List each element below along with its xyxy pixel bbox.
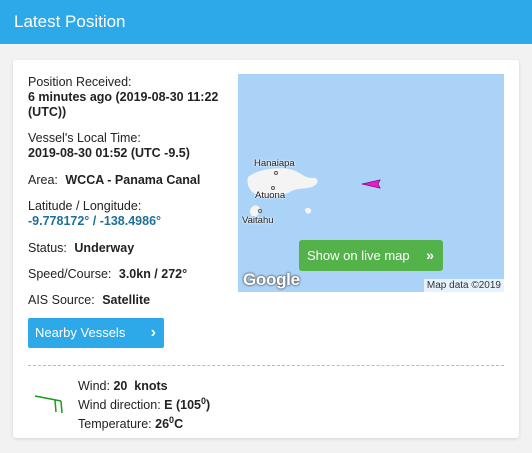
panel-header: Latest Position bbox=[0, 0, 532, 44]
live-map-label: Show on live map bbox=[307, 248, 410, 263]
panel-title: Latest Position bbox=[14, 12, 126, 31]
wind-speed: Wind: 20 knots bbox=[78, 379, 168, 393]
weather-info: Wind: 20 knots Wind direction: E (1050) … bbox=[78, 379, 210, 432]
area: Area: WCCA - Panama Canal bbox=[28, 173, 201, 187]
google-logo: Google bbox=[243, 270, 300, 289]
local-time: Vessel's Local Time: 2019-08-30 01:52 (U… bbox=[28, 131, 190, 160]
map-attribution[interactable]: Map data ©2019 bbox=[423, 279, 504, 292]
speed-course: Speed/Course: 3.0kn / 272° bbox=[28, 267, 188, 281]
island-small bbox=[305, 208, 312, 214]
place-dot bbox=[274, 171, 278, 175]
status: Status: Underway bbox=[28, 241, 135, 255]
vessel-marker-icon bbox=[361, 179, 381, 189]
lat-lon: Latitude / Longitude: -9.778172° / -138.… bbox=[28, 199, 162, 228]
position-card: Position Received: 6 minutes ago (2019-0… bbox=[13, 60, 519, 438]
place-hanaiapa: Hanaiapa bbox=[254, 158, 295, 169]
divider bbox=[28, 365, 504, 366]
chevron-right-icon: › bbox=[150, 324, 156, 341]
nearby-vessels-label: Nearby Vessels bbox=[35, 325, 126, 340]
place-atuona: Atuona bbox=[255, 190, 286, 201]
position-received: Position Received: 6 minutes ago (2019-0… bbox=[28, 75, 219, 119]
place-vaitahu: Vaitahu bbox=[242, 215, 274, 226]
vessel-map[interactable]: Hanaiapa Atuona Vaitahu Show on live map… bbox=[238, 74, 504, 292]
wind-barb-icon bbox=[34, 395, 63, 414]
wind-direction: Wind direction: E (1050) bbox=[78, 396, 211, 413]
double-chevron-right-icon: » bbox=[426, 247, 434, 263]
show-live-map-button[interactable]: Show on live map » bbox=[299, 240, 443, 271]
temperature: Temperature: 260C bbox=[78, 415, 184, 432]
place-dot bbox=[258, 209, 262, 213]
ais-source: AIS Source: Satellite bbox=[28, 293, 151, 307]
nearby-vessels-button[interactable]: Nearby Vessels › bbox=[28, 318, 164, 348]
